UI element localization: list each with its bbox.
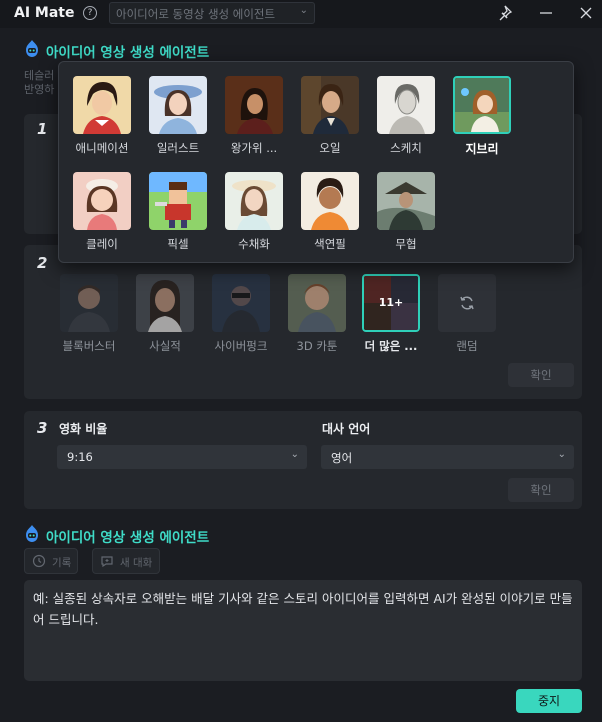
style-label: 랜덤: [456, 339, 478, 353]
sketch-thumbnail: [377, 76, 435, 134]
chevron-down-icon: ⌄: [557, 449, 566, 460]
step2-number: 2: [37, 254, 48, 272]
watercolor-thumbnail: [225, 172, 283, 230]
close-icon[interactable]: [577, 4, 595, 22]
colored-pencil-thumbnail: [301, 172, 359, 230]
app-title: AI Mate: [14, 5, 75, 21]
step3-number: 3: [37, 419, 48, 437]
oil-painting-thumbnail: [301, 76, 359, 134]
help-icon[interactable]: ?: [83, 6, 97, 20]
title-bar: AI Mate ? 아이디어로 동영상 생성 에이전트 ⌄: [0, 0, 602, 28]
pin-icon[interactable]: [498, 4, 516, 22]
agent-title: 아이디어 영상 생성 에이전트: [46, 45, 210, 61]
style-label: 더 많은 ...: [364, 339, 418, 353]
style-tile-more[interactable]: 11+ 더 많은 ...: [362, 274, 420, 354]
popup-style-colored-pencil[interactable]: 색연필: [301, 172, 359, 252]
random-thumbnail: [438, 274, 496, 332]
step3-confirm-button[interactable]: 확인: [508, 478, 574, 502]
style-tile-cyberpunk[interactable]: 사이버펑크: [212, 274, 270, 354]
history-button[interactable]: 기록: [24, 548, 78, 574]
style-tile-3d-cartoon[interactable]: 3D 카툰: [288, 274, 346, 354]
more-styles-thumbnail: 11+: [362, 274, 420, 332]
clock-icon: [32, 554, 46, 568]
style-label: 일러스트: [156, 141, 200, 155]
wong-kar-wai-thumbnail: [225, 76, 283, 134]
popup-style-illustration[interactable]: 일러스트: [149, 76, 207, 156]
popup-style-watercolor[interactable]: 수채화: [225, 172, 283, 252]
mode-select[interactable]: 아이디어로 동영상 생성 에이전트 ⌄: [109, 2, 315, 24]
agent-subtitle-2: 반영하: [24, 83, 55, 96]
new-chat-label: 새 대화: [120, 557, 153, 569]
style-label: 스케치: [390, 141, 422, 155]
step2-card: 2 블록버스터 사실적 사이버펑크 3D 카툰 11+ 더 많은 ... 랜덤 …: [24, 245, 582, 399]
style-label: 블록버스터: [62, 339, 116, 353]
chat-plus-icon: [101, 556, 113, 568]
popup-style-wong-kar-wai[interactable]: 왕가위 ...: [225, 76, 283, 156]
style-tile-random[interactable]: 랜덤: [438, 274, 496, 354]
ratio-label: 영화 비율: [59, 422, 108, 436]
prompt-input[interactable]: 예: 실종된 상속자로 오해받는 배달 기사와 같은 스토리 아이디어를 입력하…: [24, 580, 582, 681]
illustration-thumbnail: [149, 76, 207, 134]
stop-button[interactable]: 중지: [516, 689, 582, 713]
cyberpunk-thumbnail: [212, 274, 270, 332]
wuxia-thumbnail: [377, 172, 435, 230]
popup-style-sketch[interactable]: 스케치: [377, 76, 435, 156]
popup-style-clay[interactable]: 클레이: [73, 172, 131, 252]
refresh-icon: [460, 296, 474, 310]
history-label: 기록: [52, 557, 72, 569]
language-value: 영어: [331, 451, 353, 465]
style-label: 사이버펑크: [214, 339, 268, 353]
more-count: 11+: [378, 296, 404, 309]
style-label: 오일: [319, 141, 341, 155]
style-label: 애니메이션: [75, 141, 129, 155]
popup-style-pixel[interactable]: 픽셀: [149, 172, 207, 252]
style-tile-blockbuster[interactable]: 블록버스터: [60, 274, 118, 354]
style-label: 왕가위 ...: [230, 141, 278, 155]
style-label: 색연필: [314, 237, 346, 251]
chevron-down-icon: ⌄: [290, 449, 299, 460]
style-label: 픽셀: [167, 237, 189, 251]
ghibli-thumbnail: [453, 76, 511, 134]
style-tile-realistic[interactable]: 사실적: [136, 274, 194, 354]
style-label: 수채화: [238, 237, 270, 251]
prompt-placeholder: 예: 실종된 상속자로 오해받는 배달 기사와 같은 스토리 아이디어를 입력하…: [33, 591, 573, 627]
robot-icon: [26, 525, 38, 542]
language-select[interactable]: 영어 ⌄: [321, 445, 574, 469]
style-label: 클레이: [86, 237, 118, 251]
popup-style-anime[interactable]: 애니메이션: [73, 76, 131, 156]
clay-thumbnail: [73, 172, 131, 230]
style-picker-popup: 애니메이션 일러스트 왕가위 ... 오일 스케치 지브리 클레이 픽셀 수채화…: [58, 61, 574, 263]
robot-icon: [26, 40, 38, 57]
step3-card: 3 영화 비율 대사 언어 9:16 ⌄ 영어 ⌄ 확인: [24, 411, 582, 509]
realistic-thumbnail: [136, 274, 194, 332]
agent-title-2: 아이디어 영상 생성 에이전트: [46, 530, 210, 546]
pixel-art-thumbnail: [149, 172, 207, 230]
style-label: 3D 카툰: [296, 339, 338, 353]
ratio-value: 9:16: [67, 450, 93, 464]
3d-cartoon-thumbnail: [288, 274, 346, 332]
style-label: 무협: [395, 237, 417, 251]
language-label: 대사 언어: [322, 422, 371, 436]
mode-select-placeholder: 아이디어로 동영상 생성 에이전트: [116, 7, 276, 21]
anime-thumbnail: [73, 76, 131, 134]
popup-style-oil[interactable]: 오일: [301, 76, 359, 156]
ratio-select[interactable]: 9:16 ⌄: [57, 445, 307, 469]
popup-style-ghibli[interactable]: 지브리: [453, 76, 511, 157]
new-chat-button[interactable]: 새 대화: [92, 548, 160, 574]
blockbuster-thumbnail: [60, 274, 118, 332]
minimize-icon[interactable]: [537, 4, 555, 22]
style-label: 사실적: [149, 339, 181, 353]
popup-style-wuxia[interactable]: 무협: [377, 172, 435, 252]
style-label: 지브리: [465, 142, 499, 156]
chevron-down-icon: ⌄: [299, 5, 308, 16]
step1-number: 1: [37, 120, 48, 138]
step2-confirm-button[interactable]: 확인: [508, 363, 574, 387]
